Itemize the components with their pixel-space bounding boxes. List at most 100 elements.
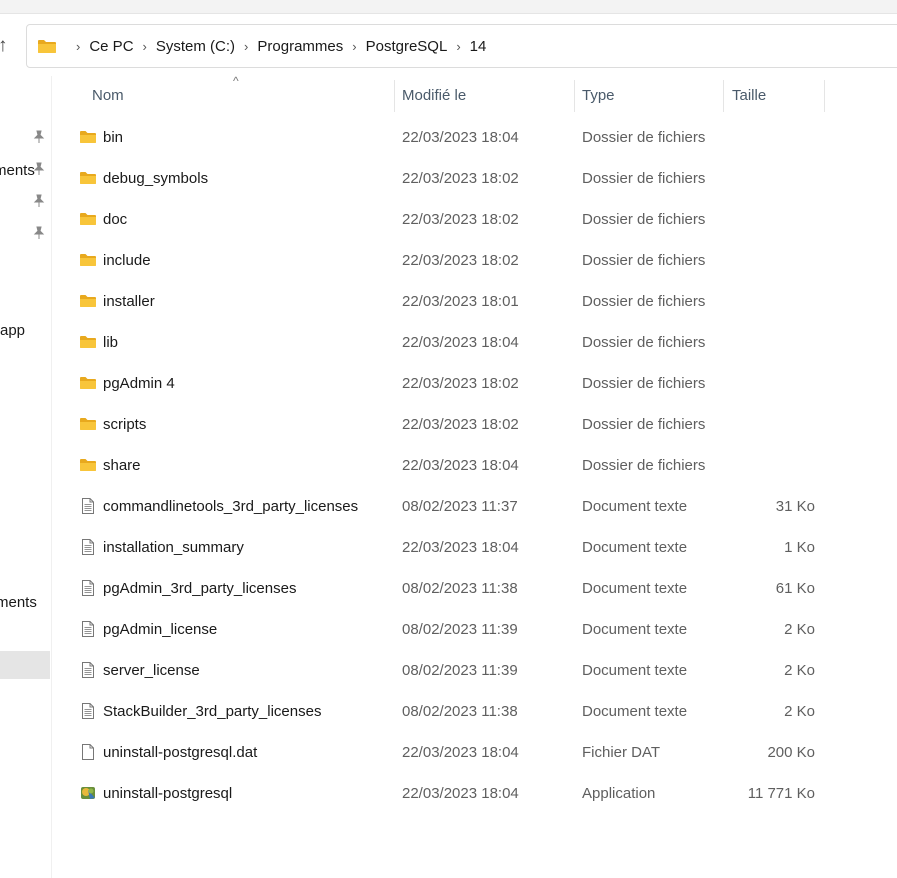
file-row[interactable]: installation_summary 22/03/2023 18:04 Docu…	[52, 527, 897, 568]
file-modified: 22/03/2023 18:02	[402, 211, 519, 228]
file-type: Dossier de fichiers	[582, 416, 706, 433]
chevron-right-icon[interactable]: ›	[352, 39, 356, 54]
file-row[interactable]: scripts 22/03/2023 18:02 Dossier de fichie…	[52, 404, 897, 445]
file-size: 2 Ko	[784, 662, 815, 679]
file-type: Document texte	[582, 539, 688, 556]
column-header-modified[interactable]: Modifié le	[402, 87, 466, 104]
up-arrow-icon[interactable]: ↑	[0, 36, 14, 56]
folder-icon	[79, 251, 97, 269]
file-type: Dossier de fichiers	[582, 375, 706, 392]
file-row[interactable]: uninstall-postgresql 22/03/2023 18:04 Appl…	[52, 773, 897, 814]
breadcrumb-item[interactable]: Programmes	[257, 38, 343, 55]
folder-icon	[79, 456, 97, 474]
file-row[interactable]: include 22/03/2023 18:02 Dossier de fichie…	[52, 240, 897, 281]
folder-icon	[79, 333, 97, 351]
file-type: Document texte	[582, 662, 688, 679]
file-type: Dossier de fichiers	[582, 211, 706, 228]
file-row[interactable]: pgAdmin_3rd_party_licenses 08/02/2023 11:…	[52, 568, 897, 609]
file-row[interactable]: share 22/03/2023 18:04 Dossier de fichiers	[52, 445, 897, 486]
title-bar-strip	[0, 0, 897, 14]
chevron-right-icon: ›	[76, 38, 81, 54]
file-type: Dossier de fichiers	[582, 129, 706, 146]
breadcrumb-item[interactable]: PostgreSQL	[366, 38, 448, 55]
breadcrumb-item[interactable]: Ce PC	[89, 38, 133, 55]
chevron-right-icon[interactable]: ›	[456, 39, 460, 54]
file-modified: 22/03/2023 18:02	[402, 170, 519, 187]
sort-ascending-icon: ^	[233, 74, 239, 88]
file-size: 11 771 Ko	[747, 785, 815, 802]
folder-icon	[79, 128, 97, 146]
file-row[interactable]: uninstall-postgresql.dat 22/03/2023 18:04…	[52, 732, 897, 773]
text-file-icon	[79, 579, 97, 597]
file-row[interactable]: commandlinetools_3rd_party_licenses 08/02…	[52, 486, 897, 527]
file-type: Dossier de fichiers	[582, 293, 706, 310]
file-row[interactable]: debug_symbols 22/03/2023 18:02 Dossier de …	[52, 158, 897, 199]
folder-icon	[79, 210, 97, 228]
file-name: share	[103, 457, 141, 474]
pin-icon[interactable]	[32, 130, 46, 144]
file-name: lib	[103, 334, 119, 351]
column-header-type[interactable]: Type	[582, 87, 615, 104]
file-row[interactable]: pgAdmin_license 08/02/2023 11:39 Document …	[52, 609, 897, 650]
folder-icon	[79, 374, 97, 392]
file-size: 31 Ko	[775, 498, 815, 515]
folder-icon	[79, 415, 97, 433]
file-name: scripts	[103, 416, 147, 433]
file-size: 2 Ko	[784, 621, 815, 638]
file-name: debug_symbols	[103, 170, 209, 187]
chevron-right-icon[interactable]: ›	[244, 39, 248, 54]
breadcrumb-item[interactable]: System (C:)	[156, 38, 235, 55]
text-file-icon	[79, 702, 97, 720]
file-type: Document texte	[582, 498, 688, 515]
column-header-row: ^ Nom Modifié le Type Taille	[52, 74, 897, 116]
file-modified: 22/03/2023 18:04	[402, 129, 519, 146]
folder-icon	[79, 292, 97, 310]
file-row[interactable]: installer 22/03/2023 18:01 Dossier de fich…	[52, 281, 897, 322]
nav-item-app[interactable]: app	[0, 322, 25, 339]
file-type: Dossier de fichiers	[582, 252, 706, 269]
file-type: Dossier de fichiers	[582, 170, 706, 187]
file-row[interactable]: bin 22/03/2023 18:04 Dossier de fichiers	[52, 117, 897, 158]
nav-item-documents-2[interactable]: ments	[0, 594, 37, 611]
column-divider[interactable]	[394, 80, 395, 112]
column-divider[interactable]	[574, 80, 575, 112]
file-modified: 22/03/2023 18:04	[402, 334, 519, 351]
folder-icon	[38, 40, 56, 53]
file-list: ^ Nom Modifié le Type Taille bin 22/03/20…	[52, 74, 897, 878]
pin-icon[interactable]	[32, 194, 46, 208]
file-type: Document texte	[582, 621, 688, 638]
file-size: 61 Ko	[775, 580, 815, 597]
file-size: 200 Ko	[767, 744, 815, 761]
breadcrumb-item[interactable]: 14	[470, 38, 487, 55]
file-row[interactable]: pgAdmin 4 22/03/2023 18:02 Dossier de fich…	[52, 363, 897, 404]
address-bar[interactable]: › Ce PC › System (C:) › Programmes › Pos…	[26, 24, 897, 68]
file-type: Dossier de fichiers	[582, 457, 706, 474]
file-row[interactable]: server_license 08/02/2023 11:39 Document t…	[52, 650, 897, 691]
file-modified: 08/02/2023 11:38	[402, 703, 518, 720]
column-divider[interactable]	[824, 80, 825, 112]
file-row[interactable]: StackBuilder_3rd_party_licenses 08/02/202…	[52, 691, 897, 732]
file-name: uninstall-postgresql	[103, 785, 233, 802]
file-modified: 22/03/2023 18:04	[402, 785, 519, 802]
application-icon	[79, 784, 97, 802]
file-modified: 22/03/2023 18:02	[402, 252, 519, 269]
pin-icon[interactable]	[32, 226, 46, 240]
file-name: installation_summary	[103, 539, 244, 556]
nav-item-selected[interactable]	[0, 651, 50, 679]
file-row[interactable]: doc 22/03/2023 18:02 Dossier de fichiers	[52, 199, 897, 240]
file-modified: 08/02/2023 11:38	[402, 580, 518, 597]
column-divider[interactable]	[723, 80, 724, 112]
column-header-name[interactable]: Nom	[92, 87, 124, 104]
file-row[interactable]: lib 22/03/2023 18:04 Dossier de fichiers	[52, 322, 897, 363]
file-name: uninstall-postgresql.dat	[103, 744, 258, 761]
nav-item-documents[interactable]: ments	[0, 162, 35, 179]
chevron-right-icon[interactable]: ›	[143, 39, 147, 54]
column-header-size[interactable]: Taille	[732, 87, 766, 104]
file-name: bin	[103, 129, 124, 146]
text-file-icon	[79, 497, 97, 515]
pin-icon[interactable]	[32, 162, 46, 176]
blank-file-icon	[79, 743, 97, 761]
file-name: commandlinetools_3rd_party_licenses	[103, 498, 359, 515]
file-type: Fichier DAT	[582, 744, 661, 761]
file-name: pgAdmin_license	[103, 621, 218, 638]
